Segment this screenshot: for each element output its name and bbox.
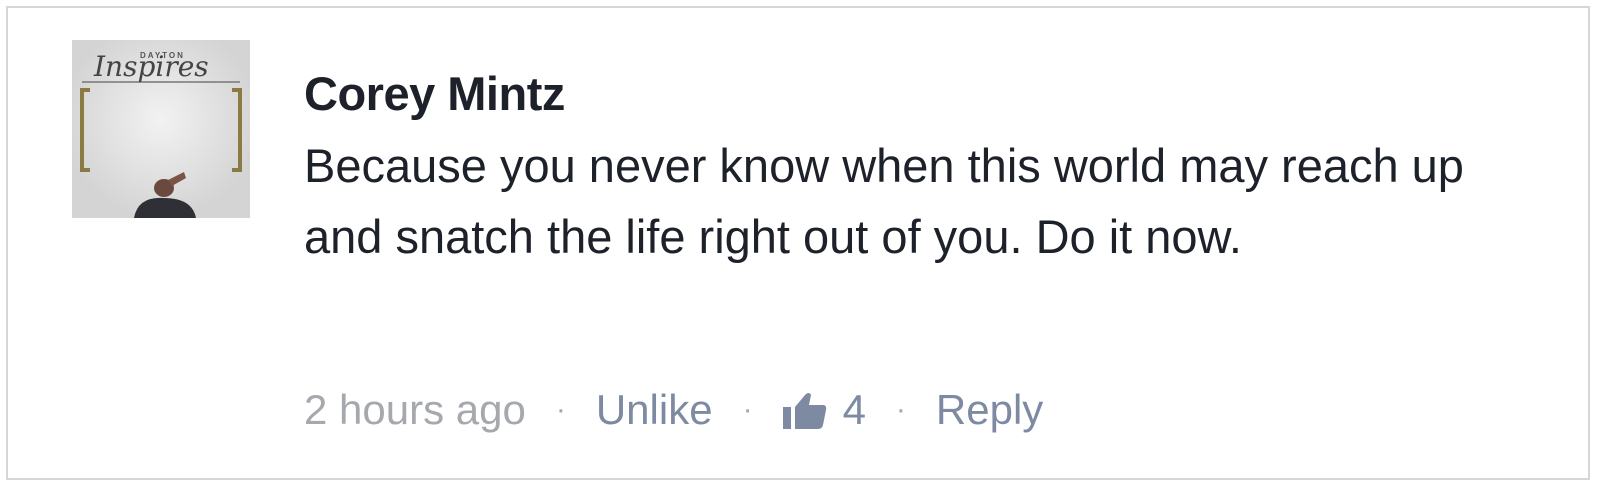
avatar-image: DAYTON Inspires bbox=[72, 40, 250, 218]
reply-button[interactable]: Reply bbox=[936, 386, 1043, 434]
comment-actions-bar: 2 hours ago · Unlike · 4 · Reply bbox=[304, 380, 1043, 440]
comment-text: Because you never know when this world m… bbox=[304, 139, 1464, 263]
unlike-button[interactable]: Unlike bbox=[596, 386, 713, 434]
avatar-logo-script-text: Inspires bbox=[93, 50, 209, 83]
like-count: 4 bbox=[842, 386, 866, 433]
separator-dot: · bbox=[742, 393, 753, 426]
avatar[interactable]: DAYTON Inspires bbox=[72, 40, 250, 218]
timestamp[interactable]: 2 hours ago bbox=[304, 386, 526, 434]
like-count-button[interactable]: 4 bbox=[782, 386, 866, 434]
separator-dot: · bbox=[555, 393, 566, 426]
thumbs-up-icon bbox=[782, 391, 827, 429]
separator-dot: · bbox=[895, 393, 906, 426]
author-name[interactable]: Corey Mintz bbox=[304, 66, 1544, 122]
comment-card: DAYTON Inspires Corey Mintz Because you … bbox=[6, 6, 1590, 480]
comment-content: Corey Mintz Because you never know when … bbox=[304, 66, 1544, 272]
